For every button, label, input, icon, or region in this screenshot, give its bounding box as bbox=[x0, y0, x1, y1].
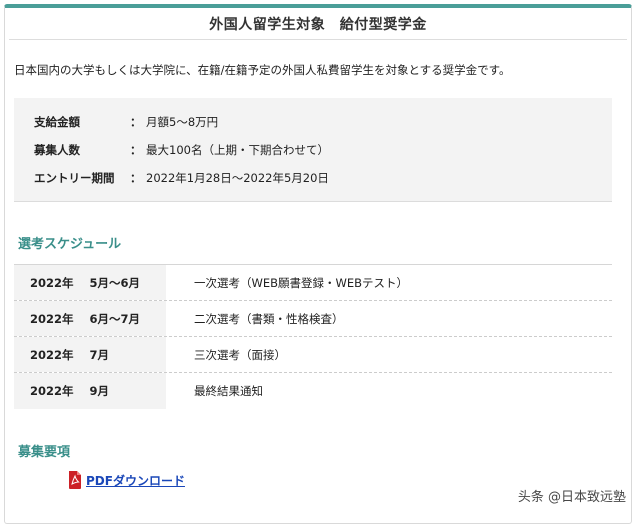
schedule-date: 2022年 9月 bbox=[14, 373, 166, 409]
pdf-download-label: PDFダウンロード bbox=[86, 473, 185, 488]
schedule-year: 2022年 bbox=[30, 311, 74, 326]
header-divider bbox=[9, 39, 627, 40]
pdf-icon bbox=[68, 471, 82, 489]
schedule-desc: 最終結果通知 bbox=[194, 384, 263, 398]
schedule-year: 2022年 bbox=[30, 384, 74, 398]
schedule-desc: 一次選考（WEB願書登録・WEBテスト） bbox=[194, 275, 409, 290]
table-row: 2022年 9月 最終結果通知 bbox=[14, 373, 612, 409]
info-value: 2022年1月28日〜2022年5月20日 bbox=[146, 171, 329, 185]
info-label: 募集人数 bbox=[34, 143, 80, 157]
info-box: 支給金額 ： 月額5〜8万円 募集人数 ： 最大100名（上期・下期合わせて） … bbox=[14, 98, 612, 202]
schedule-month: 5月〜6月 bbox=[89, 275, 141, 290]
schedule-section-title: 選考スケジュール bbox=[18, 237, 122, 252]
info-label: エントリー期間 bbox=[34, 171, 115, 185]
table-row: 2022年 5月〜6月 一次選考（WEB願書登録・WEBテスト） bbox=[14, 265, 612, 301]
schedule-year: 2022年 bbox=[30, 347, 74, 362]
recruitment-section-title: 募集要項 bbox=[18, 445, 71, 460]
table-row: 2022年 7月 三次選考（面接） bbox=[14, 337, 612, 373]
info-colon: ： bbox=[130, 171, 142, 185]
schedule-year: 2022年 bbox=[30, 275, 74, 290]
info-row-entry-period: エントリー期間 ： 2022年1月28日〜2022年5月20日 bbox=[34, 168, 329, 188]
page-title: 外国人留学生対象 給付型奨学金 bbox=[209, 16, 427, 33]
schedule-desc: 二次選考（書類・性格検査） bbox=[194, 311, 344, 326]
info-colon: ： bbox=[130, 143, 142, 157]
schedule-table: 2022年 5月〜6月 一次選考（WEB願書登録・WEBテスト） 2022年 6… bbox=[14, 264, 612, 409]
schedule-date: 2022年 6月〜7月 bbox=[14, 301, 166, 336]
table-row: 2022年 6月〜7月 二次選考（書類・性格検査） bbox=[14, 301, 612, 337]
pdf-download-link[interactable]: PDFダウンロード bbox=[68, 471, 185, 489]
info-row-amount: 支給金額 ： 月額5〜8万円 bbox=[34, 112, 218, 132]
info-value: 最大100名（上期・下期合わせて） bbox=[146, 143, 329, 157]
info-value: 月額5〜8万円 bbox=[146, 115, 219, 129]
schedule-date: 2022年 5月〜6月 bbox=[14, 265, 166, 300]
info-label: 支給金額 bbox=[34, 115, 80, 129]
schedule-desc: 三次選考（面接） bbox=[194, 347, 286, 362]
info-colon: ： bbox=[130, 115, 142, 129]
intro-text: 日本国内の大学もしくは大学院に、在籍/在籍予定の外国人私費留学生を対象とする奨学… bbox=[14, 63, 511, 77]
schedule-month: 6月〜7月 bbox=[89, 311, 141, 326]
schedule-month: 7月 bbox=[89, 347, 110, 362]
info-row-capacity: 募集人数 ： 最大100名（上期・下期合わせて） bbox=[34, 140, 329, 160]
schedule-date: 2022年 7月 bbox=[14, 337, 166, 372]
schedule-month: 9月 bbox=[89, 384, 110, 398]
watermark: 头条 @日本致远塾 bbox=[517, 490, 626, 505]
